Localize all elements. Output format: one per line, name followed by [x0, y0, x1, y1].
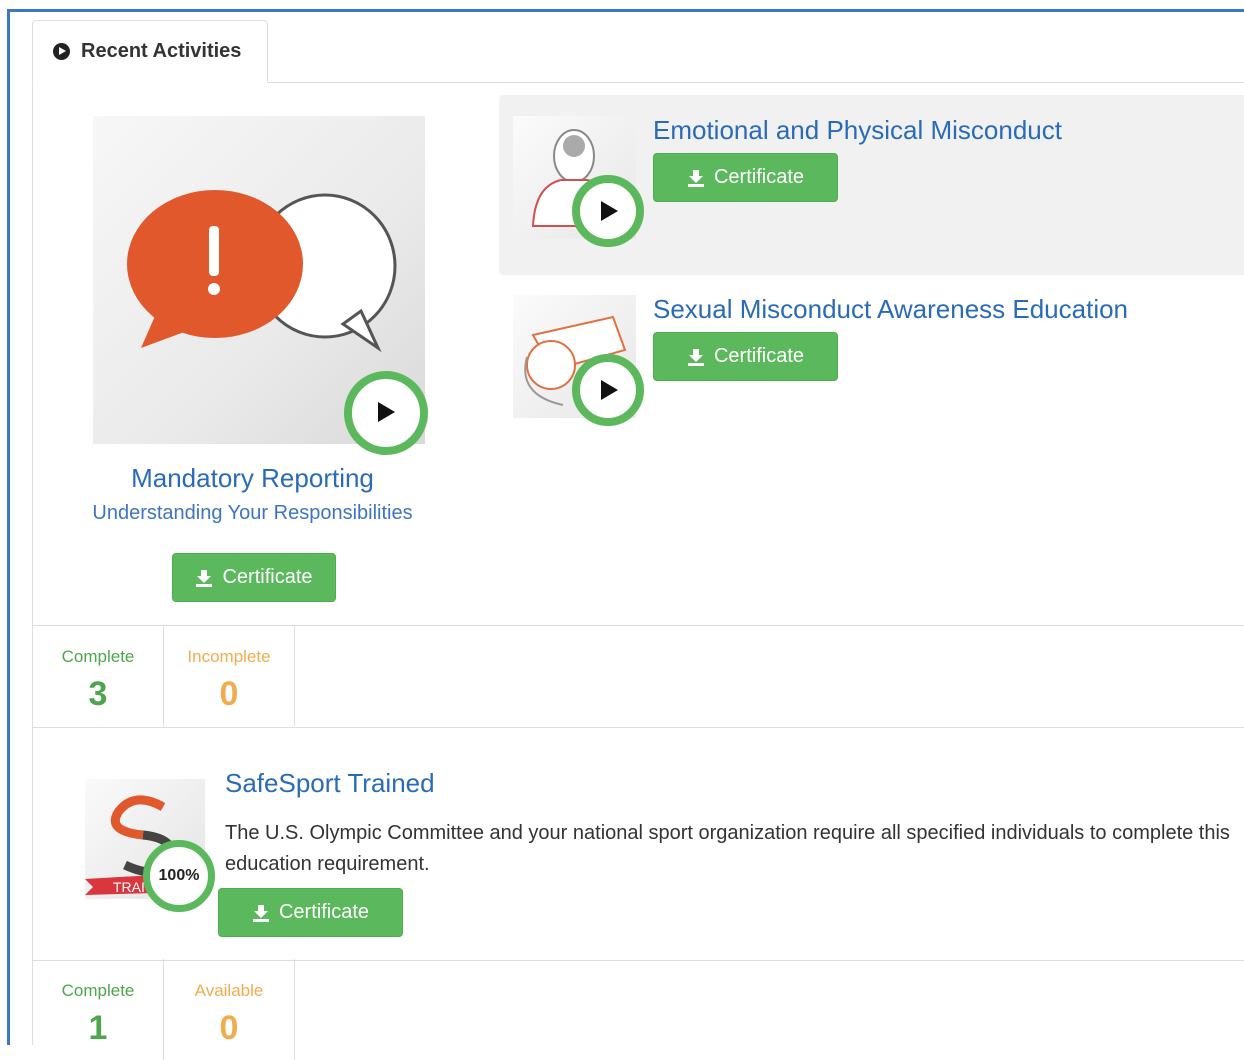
incomplete-count: 0	[219, 675, 239, 713]
complete-count: 3	[88, 675, 108, 713]
tab-label: Recent Activities	[81, 40, 242, 62]
download-icon	[196, 569, 213, 587]
mandatory-reporting-subtitle: Understanding Your Responsibilities	[92, 502, 413, 524]
emotional-physical-certificate-button[interactable]: Certificate	[653, 153, 838, 202]
mandatory-reporting-title[interactable]: Mandatory Reporting	[10, 463, 495, 494]
play-icon	[601, 380, 618, 400]
available-count: 0	[219, 1009, 239, 1047]
emotional-physical-title[interactable]: Emotional and Physical Misconduct	[653, 115, 1062, 146]
tab-bar: Recent Activities	[32, 20, 1244, 83]
mandatory-reporting-play-button[interactable]	[344, 371, 428, 455]
play-circle-icon	[53, 43, 70, 60]
divider	[33, 727, 1244, 728]
tab-recent-activities[interactable]: Recent Activities	[32, 20, 268, 83]
safesport-description: The U.S. Olympic Committee and your nati…	[225, 822, 1230, 875]
play-icon	[601, 201, 618, 221]
incomplete-stat: Incomplete 0	[164, 625, 295, 726]
download-icon	[687, 348, 704, 366]
progress-percent: 100%	[158, 867, 200, 884]
play-icon	[378, 402, 395, 422]
certificate-label: Certificate	[278, 901, 370, 923]
download-icon	[687, 169, 704, 187]
complete-label: Complete	[61, 647, 135, 666]
complete-count: 1	[88, 1009, 108, 1047]
available-label: Available	[194, 981, 264, 1000]
safesport-certificate-button[interactable]: Certificate	[218, 888, 403, 937]
sexual-misconduct-title[interactable]: Sexual Misconduct Awareness Education	[653, 294, 1128, 325]
mandatory-reporting-certificate-button[interactable]: Certificate	[172, 553, 336, 602]
emotional-physical-play-button[interactable]	[572, 175, 644, 247]
sexual-misconduct-certificate-button[interactable]: Certificate	[653, 332, 838, 381]
complete-stat: Complete 3	[33, 625, 164, 726]
complete-label: Complete	[61, 981, 135, 1000]
ribbon-text: TRAI	[113, 879, 145, 895]
content-frame: Recent Activities Mandatory Reporting Un…	[7, 9, 1244, 1060]
certificate-label: Certificate	[713, 345, 805, 367]
certificate-label: Certificate	[713, 166, 805, 188]
progress-ring: 100%	[143, 840, 215, 912]
safesport-title[interactable]: SafeSport Trained	[225, 768, 435, 799]
certificate-label: Certificate	[222, 566, 313, 588]
incomplete-label: Incomplete	[187, 647, 271, 666]
download-icon	[252, 904, 269, 922]
sexual-misconduct-play-button[interactable]	[572, 354, 644, 426]
